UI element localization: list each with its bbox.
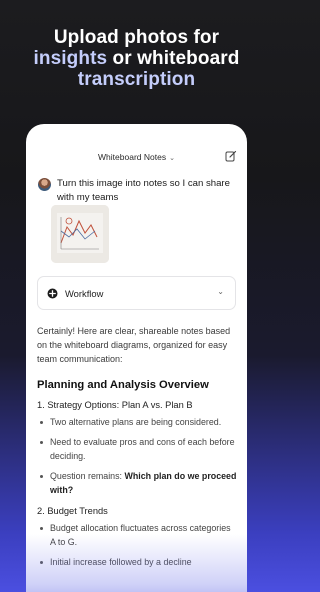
chat-title-label: Whiteboard Notes [98, 152, 167, 162]
promo-line-2: insights or whiteboard [34, 48, 240, 69]
avatar [38, 178, 51, 191]
section-bullets: Budget allocation fluctuates across cate… [37, 521, 237, 569]
section-bullets: Two alternative plans are being consider… [37, 415, 237, 497]
user-message-text: Turn this image into notes so I can shar… [57, 178, 230, 203]
phone-screen: Whiteboard Notes ⌄ Turn this image into n… [26, 124, 247, 592]
edit-icon[interactable] [225, 150, 237, 162]
promo-highlight: insights [33, 48, 108, 69]
workflow-label: Workflow [65, 288, 104, 299]
promo-headline: Upload photos for insights or whiteboard… [0, 27, 273, 90]
assistant-response: Certainly! Here are clear, shareable not… [37, 324, 237, 575]
chevron-down-icon: ⌄ [169, 155, 175, 162]
whiteboard-photo-thumbnail[interactable] [51, 205, 109, 263]
whiteboard-photo-sketch [51, 205, 109, 263]
top-bar: Whiteboard Notes ⌄ [26, 124, 247, 162]
list-item: Question remains: Which plan do we proce… [37, 469, 237, 497]
chevron-down-icon: ⌄ [217, 287, 224, 296]
list-item-text: Question remains: [50, 471, 125, 481]
list-item: Need to evaluate pros and cons of each b… [37, 435, 237, 463]
section-title: 1. Strategy Options: Plan A vs. Plan B [37, 400, 193, 410]
response-heading: Planning and Analysis Overview [37, 379, 209, 391]
promo-line-3: transcription [77, 69, 196, 90]
workflow-dropdown[interactable]: Workflow ⌄ [37, 276, 236, 310]
section-title: 2. Budget Trends [37, 506, 108, 516]
list-item: Budget allocation fluctuates across cate… [37, 521, 237, 549]
workflow-icon [47, 288, 58, 299]
chat-title[interactable]: Whiteboard Notes ⌄ [26, 152, 247, 162]
promo-line-2-rest: or whiteboard [107, 48, 240, 69]
promo-line-1: Upload photos for [53, 27, 220, 48]
list-item: Two alternative plans are being consider… [37, 415, 237, 429]
response-intro: Certainly! Here are clear, shareable not… [37, 326, 231, 364]
list-item: Initial increase followed by a decline [37, 555, 237, 569]
